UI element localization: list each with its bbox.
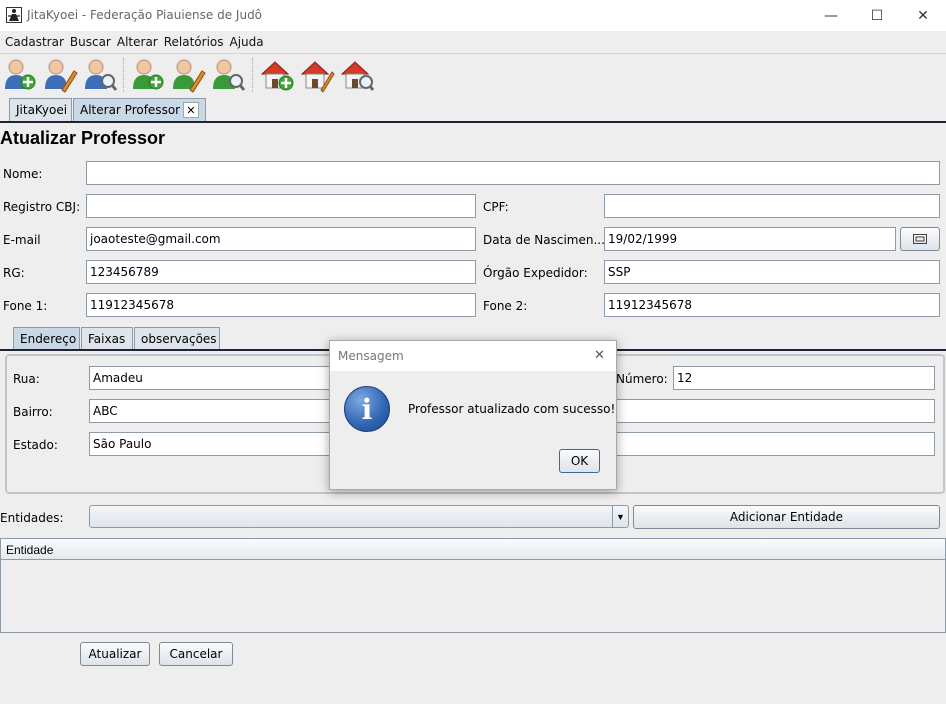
estado-field[interactable]: São Paulo [89, 432, 339, 456]
tab-observacoes[interactable]: observações [134, 327, 220, 350]
cep-field[interactable] [610, 432, 935, 456]
menu-alterar[interactable]: Alterar [114, 35, 161, 49]
edit-person-icon[interactable] [42, 57, 78, 93]
data-nascimento-label: Data de Nascimen... [483, 233, 605, 247]
info-glyph: i [361, 392, 373, 426]
cpf-field[interactable] [604, 194, 940, 218]
bairro-field[interactable]: ABC [89, 399, 339, 423]
tab-jitakyoei[interactable]: JitaKyoei [9, 98, 72, 121]
search-professor-icon[interactable] [210, 57, 246, 93]
dialog-title-bar: Mensagem ✕ [330, 341, 616, 371]
page-title: Atualizar Professor [0, 128, 166, 148]
menu-bar: Cadastrar Buscar Alterar Relatórios Ajud… [0, 31, 946, 53]
numero-label: Número: [616, 372, 668, 386]
email-label: E-mail [3, 233, 41, 247]
entidades-combobox[interactable]: ▼ [89, 505, 629, 528]
message-dialog: Mensagem ✕ i Professor atualizado com su… [329, 340, 617, 490]
fone1-field[interactable]: 11912345678 [86, 293, 476, 317]
toolbar [0, 53, 946, 94]
info-icon: i [344, 386, 390, 432]
dialog-message: Professor atualizado com sucesso! [408, 402, 616, 416]
add-professor-icon[interactable] [130, 57, 166, 93]
tab-label: Endereço [20, 332, 77, 346]
adicionar-entidade-button[interactable]: Adicionar Entidade [633, 505, 940, 529]
menu-buscar[interactable]: Buscar [67, 35, 114, 49]
estado-label: Estado: [13, 438, 58, 452]
chevron-down-icon[interactable]: ▼ [612, 506, 628, 527]
orgao-expedidor-label: Órgão Expedidor: [483, 266, 588, 280]
atualizar-button[interactable]: Atualizar [80, 642, 150, 666]
edit-professor-icon[interactable] [170, 57, 206, 93]
maximize-button[interactable]: ☐ [854, 0, 900, 31]
add-person-icon[interactable] [2, 57, 38, 93]
tab-label: JitaKyoei [16, 103, 68, 117]
nome-label: Nome: [3, 167, 43, 181]
menu-ajuda[interactable]: Ajuda [227, 35, 267, 49]
cpf-label: CPF: [483, 200, 509, 214]
edit-house-icon[interactable] [299, 57, 335, 93]
cidade-field[interactable] [610, 399, 935, 423]
dialog-close-icon[interactable]: ✕ [594, 347, 605, 363]
ok-button[interactable]: OK [559, 449, 600, 473]
orgao-expedidor-field[interactable]: SSP [604, 260, 940, 284]
tab-alterar-professor[interactable]: Alterar Professor ✕ [73, 98, 206, 121]
cancelar-button[interactable]: Cancelar [159, 642, 233, 666]
tab-label: Faixas [88, 332, 126, 346]
fone2-field[interactable]: 11912345678 [604, 293, 940, 317]
rua-field[interactable]: Amadeu [89, 366, 339, 390]
toolbar-separator [252, 58, 253, 92]
rg-label: RG: [3, 266, 25, 280]
menu-cadastrar[interactable]: Cadastrar [2, 35, 67, 49]
bairro-label: Bairro: [13, 405, 53, 419]
tab-divider [0, 121, 946, 123]
toolbar-separator [123, 58, 124, 92]
entidades-table: Entidade [0, 538, 946, 633]
tab-label: observações [141, 332, 217, 346]
fone1-label: Fone 1: [3, 299, 48, 313]
tab-faixas[interactable]: Faixas [81, 327, 133, 350]
search-house-icon[interactable] [339, 57, 375, 93]
email-field[interactable]: joaoteste@gmail.com [86, 227, 476, 251]
data-nascimento-field[interactable]: 19/02/1999 [604, 227, 896, 251]
add-house-icon[interactable] [259, 57, 295, 93]
app-logo-icon [6, 7, 22, 23]
minimize-button[interactable]: — [808, 0, 854, 31]
dialog-title: Mensagem [338, 349, 404, 363]
fone2-label: Fone 2: [483, 299, 528, 313]
entidades-label: Entidades: [0, 511, 64, 525]
nome-field[interactable] [86, 161, 940, 185]
tab-endereco[interactable]: Endereço [13, 327, 80, 350]
rua-label: Rua: [13, 372, 40, 386]
rg-field[interactable]: 123456789 [86, 260, 476, 284]
calendar-button[interactable] [900, 227, 940, 251]
window-title: JitaKyoei - Federação Piauiense de Judô [27, 8, 263, 22]
close-window-button[interactable]: ✕ [900, 0, 946, 31]
tab-label: Alterar Professor [80, 103, 181, 117]
numero-field[interactable]: 12 [673, 366, 935, 390]
table-header-entidade[interactable]: Entidade [1, 539, 945, 560]
calendar-icon [913, 234, 927, 244]
title-bar: JitaKyoei - Federação Piauiense de Judô … [0, 0, 946, 31]
registro-cbj-field[interactable] [86, 194, 476, 218]
close-tab-icon[interactable]: ✕ [183, 102, 199, 118]
search-person-icon[interactable] [82, 57, 118, 93]
registro-cbj-label: Registro CBJ: [3, 200, 81, 214]
menu-relatorios[interactable]: Relatórios [161, 35, 227, 49]
